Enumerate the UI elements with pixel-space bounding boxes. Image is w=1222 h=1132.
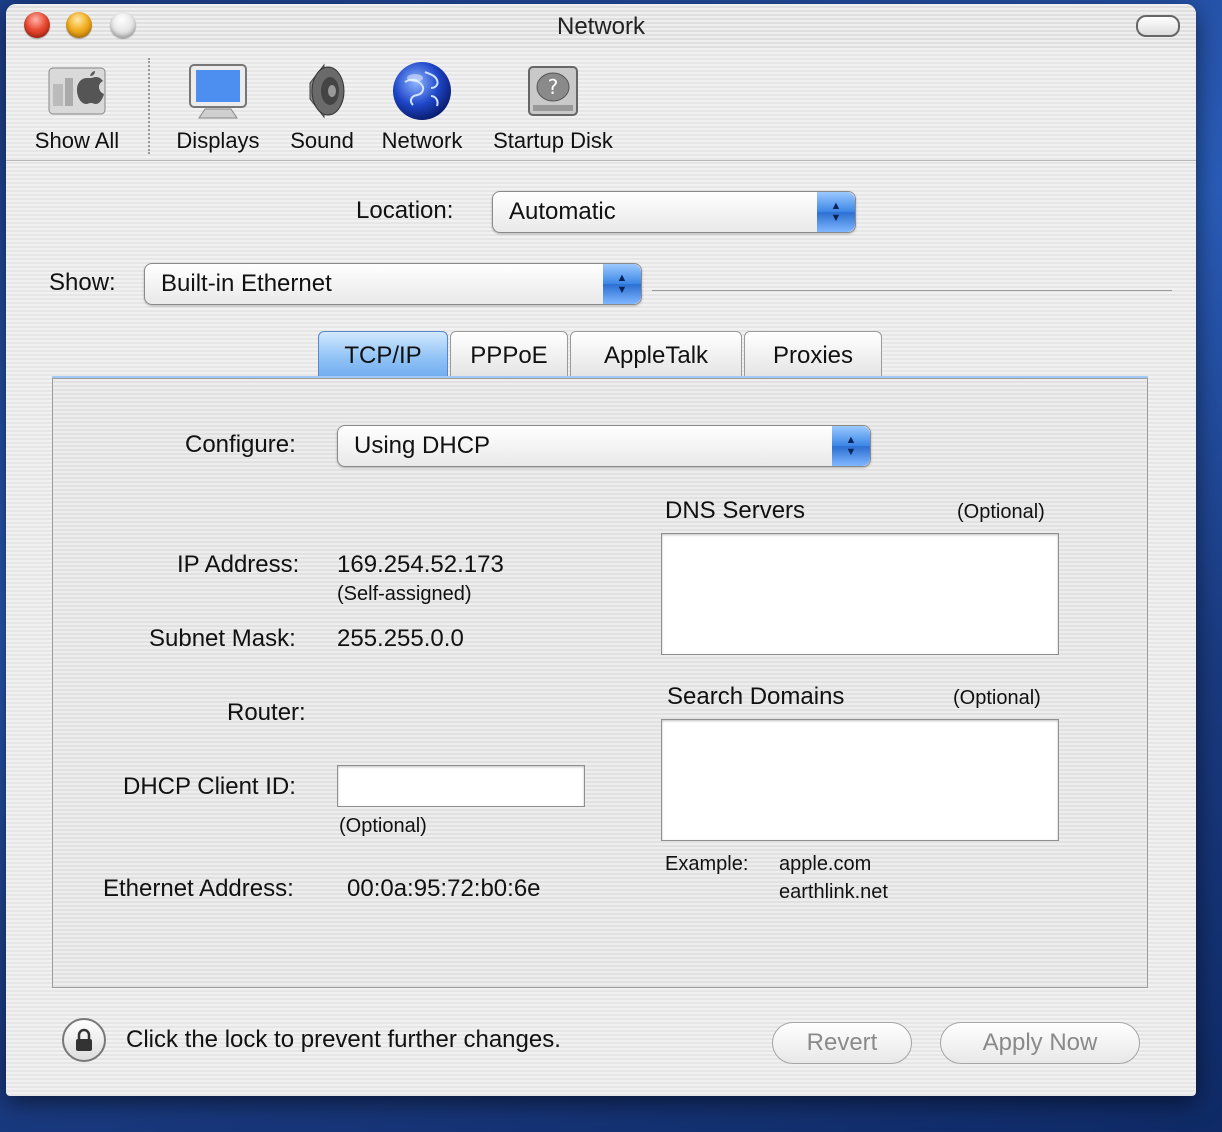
dns-servers-note: (Optional) — [957, 501, 1045, 523]
location-label: Location: — [356, 197, 454, 224]
dns-servers-label: DNS Servers — [665, 497, 806, 524]
tab-pppoe[interactable]: PPPoE — [450, 331, 568, 380]
toolbar-label: Displays — [176, 128, 260, 153]
toolbar-label: Network — [381, 128, 463, 153]
toolbar-network[interactable]: Network — [372, 60, 472, 154]
toolbar-label: Show All — [34, 128, 120, 153]
popup-arrows-icon: ▲ ▼ — [832, 426, 870, 466]
show-all-icon — [46, 60, 108, 122]
lock-message: Click the lock to prevent further change… — [126, 1026, 561, 1053]
svg-text:?: ? — [548, 75, 559, 99]
show-label: Show: — [49, 269, 116, 296]
ethernet-address-label: Ethernet Address: — [103, 875, 294, 902]
displays-icon — [187, 60, 249, 122]
ip-address-value: 169.254.52.173 — [337, 551, 504, 578]
apply-now-button[interactable]: Apply Now — [940, 1022, 1140, 1064]
show-popup[interactable]: Built-in Ethernet ▲ ▼ — [144, 263, 642, 305]
search-domains-note: (Optional) — [953, 687, 1041, 709]
toolbar-separator — [148, 58, 150, 154]
configure-popup[interactable]: Using DHCP ▲ ▼ — [337, 425, 871, 467]
subnet-mask-value: 255.255.0.0 — [337, 625, 464, 652]
tab-tcpip[interactable]: TCP/IP — [318, 331, 448, 380]
show-divider — [652, 290, 1172, 291]
tab-proxies[interactable]: Proxies — [744, 331, 882, 380]
popup-arrows-icon: ▲ ▼ — [603, 264, 641, 304]
example-domain-1: apple.com — [779, 853, 872, 875]
toolbar-label: Sound — [290, 128, 354, 153]
subnet-mask-label: Subnet Mask: — [149, 625, 296, 652]
title-bar[interactable]: Network — [6, 4, 1196, 48]
toolbar-sound[interactable]: Sound — [282, 60, 362, 154]
network-globe-icon — [391, 60, 453, 122]
toolbar: Show All Displays Sound Network ? Startu — [6, 48, 1196, 161]
toolbar-startup-disk[interactable]: ? Startup Disk — [486, 60, 620, 154]
search-domains-field[interactable] — [661, 719, 1059, 841]
ip-address-label: IP Address: — [177, 551, 300, 578]
configure-label: Configure: — [185, 431, 296, 458]
example-label: Example: — [665, 853, 749, 875]
toolbar-toggle-button[interactable] — [1136, 15, 1180, 37]
router-label: Router: — [227, 699, 306, 726]
dhcp-client-id-field[interactable] — [337, 765, 585, 807]
toolbar-label: Startup Disk — [493, 128, 613, 153]
example-domain-2: earthlink.net — [779, 881, 888, 903]
window-title: Network — [556, 13, 646, 40]
tcpip-panel: Configure: Using DHCP ▲ ▼ IP Address: 169… — [52, 378, 1148, 988]
search-domains-label: Search Domains — [667, 683, 845, 710]
location-value: Automatic — [509, 198, 616, 225]
tab-appletalk[interactable]: AppleTalk — [570, 331, 742, 380]
show-value: Built-in Ethernet — [161, 270, 332, 297]
startup-disk-icon: ? — [522, 60, 584, 122]
location-popup[interactable]: Automatic ▲ ▼ — [492, 191, 856, 233]
dns-servers-field[interactable] — [661, 533, 1059, 655]
sound-icon — [291, 60, 353, 122]
ethernet-address-value: 00:0a:95:72:b0:6e — [347, 875, 541, 902]
network-preferences-window: Network Show All Displays Sound Network … — [6, 4, 1196, 1096]
dhcp-client-id-label: DHCP Client ID: — [123, 773, 296, 800]
revert-button[interactable]: Revert — [772, 1022, 912, 1064]
popup-arrows-icon: ▲ ▼ — [817, 192, 855, 232]
toolbar-displays[interactable]: Displays — [166, 60, 270, 154]
lock-icon[interactable] — [62, 1018, 106, 1062]
configure-value: Using DHCP — [354, 432, 491, 459]
dhcp-client-id-note: (Optional) — [339, 815, 427, 837]
ip-address-note: (Self-assigned) — [337, 583, 472, 605]
toolbar-show-all[interactable]: Show All — [24, 60, 130, 154]
